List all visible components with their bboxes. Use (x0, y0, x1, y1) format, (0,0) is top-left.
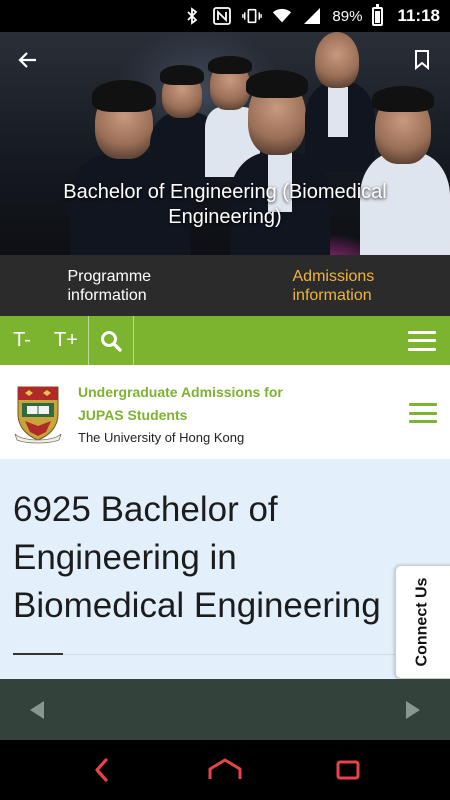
back-chevron-icon (95, 758, 108, 782)
increase-text-size-button[interactable]: T+ (44, 316, 88, 365)
page-title: 6925 Bachelor of Engineering in Biomedic… (13, 486, 450, 630)
system-home-button[interactable] (205, 750, 245, 790)
site-menu-button[interactable] (409, 403, 437, 423)
hku-crest-logo[interactable] (13, 384, 63, 444)
battery-icon (372, 3, 384, 26)
bluetooth-icon (182, 6, 202, 26)
browser-navigation-bar (0, 679, 450, 740)
bookmark-button[interactable] (408, 46, 436, 74)
triangle-left-icon (30, 700, 44, 719)
page-content: 6925 Bachelor of Engineering in Biomedic… (0, 459, 450, 679)
arrow-left-icon (18, 52, 36, 68)
programme-title: Bachelor of Engineering (Biomedical Engi… (63, 181, 387, 228)
connect-us-tab[interactable]: Connect Us (395, 565, 450, 679)
connect-us-label: Connect Us (413, 577, 430, 667)
decrease-text-size-button[interactable]: T- (0, 316, 44, 365)
search-button[interactable] (88, 316, 134, 365)
browser-back-button[interactable] (20, 691, 54, 729)
tab-label: Admissions information (292, 267, 375, 304)
toolbar-menu-button[interactable] (394, 316, 450, 365)
programme-tabs: Programme information Admissions informa… (0, 255, 450, 316)
browser-forward-button[interactable] (396, 691, 430, 729)
site-title-line2[interactable]: JUPAS Students (78, 404, 283, 427)
site-branding: Undergraduate Admissions for JUPAS Stude… (78, 381, 283, 448)
system-navigation-bar (0, 740, 450, 800)
system-back-button[interactable] (82, 750, 122, 790)
battery-percent: 89% (332, 7, 363, 25)
tab-programme-information[interactable]: Programme information (0, 255, 225, 316)
clock: 11:18 (397, 6, 440, 25)
triangle-right-icon (406, 700, 420, 719)
page-title-line3: Biomedical Engineering (13, 586, 381, 625)
back-button[interactable] (14, 46, 42, 74)
site-toolbar: T- T+ (0, 316, 450, 365)
signal-icon (302, 6, 322, 26)
title-underline (13, 653, 63, 655)
site-title-line1[interactable]: Undergraduate Admissions for (78, 381, 283, 404)
vibrate-icon (242, 6, 263, 26)
tab-admissions-information[interactable]: Admissions information (225, 255, 450, 316)
nfc-icon (212, 6, 232, 26)
hero-banner: Bachelor of Engineering (Biomedical Engi… (0, 32, 450, 255)
status-bar: 89% 11:18 (0, 0, 450, 32)
recents-icon (336, 760, 360, 780)
site-header: Undergraduate Admissions for JUPAS Stude… (0, 365, 450, 459)
tab-label: Programme information (67, 267, 152, 304)
university-name: The University of Hong Kong (78, 430, 245, 445)
wifi-icon (272, 6, 292, 26)
menu-icon (409, 403, 437, 423)
menu-icon (408, 330, 436, 351)
search-icon (101, 330, 122, 352)
system-recents-button[interactable] (328, 750, 368, 790)
page-title-line1: 6925 Bachelor of (13, 490, 278, 529)
home-icon (208, 758, 242, 779)
page-title-line2: Engineering in (13, 538, 237, 577)
bookmark-icon (415, 50, 429, 70)
divider (13, 654, 405, 655)
